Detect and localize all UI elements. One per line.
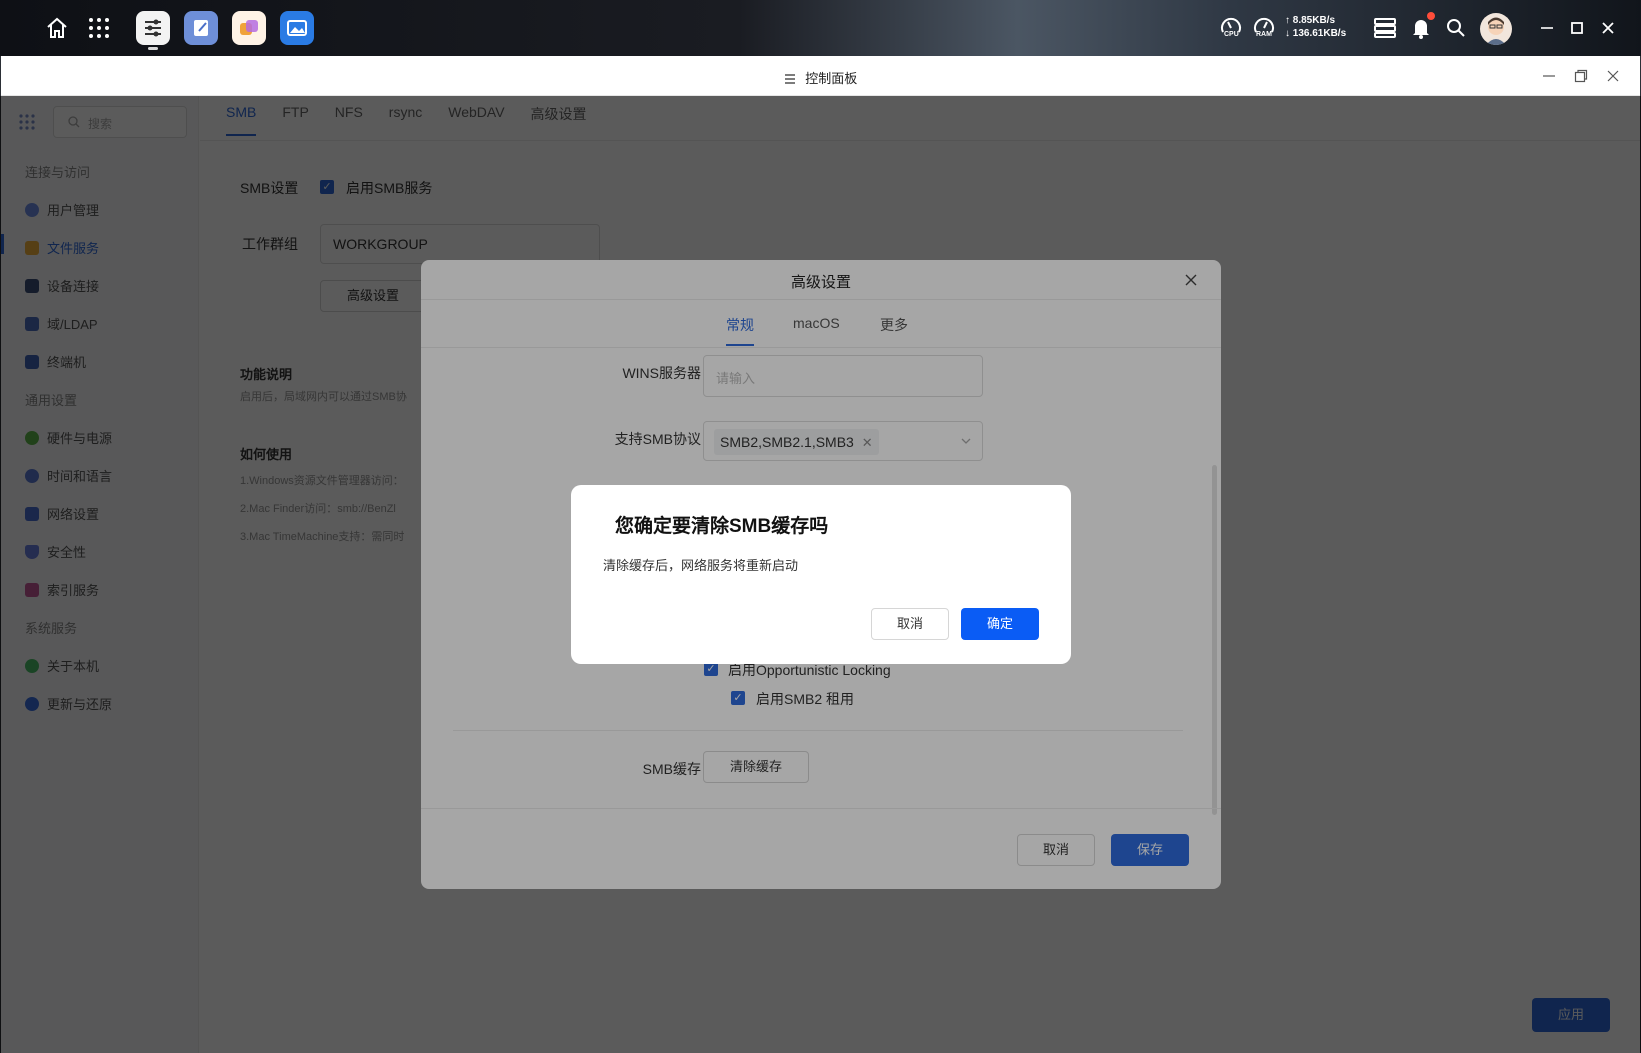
server-status-icon[interactable]	[1372, 10, 1398, 46]
desktop-minimize-icon[interactable]	[1537, 10, 1557, 46]
notification-badge	[1427, 12, 1435, 20]
confirm-message: 清除缓存后，网络服务将重新启动	[603, 558, 799, 573]
confirm-cancel-button[interactable]: 取消	[871, 608, 949, 640]
window-restore-icon[interactable]	[1571, 66, 1591, 86]
active-app-indicator	[148, 47, 158, 50]
desktop-maximize-icon[interactable]	[1567, 10, 1587, 46]
cpu-label: CPU	[1224, 31, 1239, 38]
window-close-icon[interactable]	[1603, 66, 1623, 86]
notes-app-icon[interactable]	[184, 10, 218, 46]
desktop-close-icon[interactable]	[1598, 10, 1618, 46]
user-avatar[interactable]	[1480, 13, 1512, 45]
ram-label: RAM	[1256, 31, 1272, 38]
window-minimize-icon[interactable]	[1539, 66, 1559, 86]
window-titlebar: 控制面板	[1, 56, 1640, 96]
home-icon[interactable]	[42, 10, 72, 46]
network-speed: ↑ 8.85KB/s ↓ 136.61KB/s	[1285, 14, 1346, 40]
photo-editor-app-icon[interactable]	[232, 10, 266, 46]
download-speed: ↓ 136.61KB/s	[1285, 28, 1347, 39]
clear-cache-confirm-dialog: 您确定要清除SMB缓存吗 清除缓存后，网络服务将重新启动 取消 确定	[571, 485, 1071, 664]
window-title-wrap: 控制面板	[1, 68, 1640, 88]
gallery-app-icon[interactable]	[280, 10, 314, 46]
system-taskbar: CPU RAM ↑ 8.85KB/s ↓ 136.61KB/s	[0, 0, 1641, 56]
search-icon[interactable]	[1443, 10, 1469, 46]
control-panel-app-icon[interactable]	[136, 10, 170, 46]
app-grid-icon[interactable]	[84, 10, 114, 46]
confirm-title: 您确定要清除SMB缓存吗	[615, 516, 829, 537]
window-title-icon	[784, 73, 796, 88]
upload-speed: ↑ 8.85KB/s	[1285, 15, 1336, 26]
window-title: 控制面板	[805, 71, 858, 86]
confirm-ok-button[interactable]: 确定	[961, 608, 1039, 640]
